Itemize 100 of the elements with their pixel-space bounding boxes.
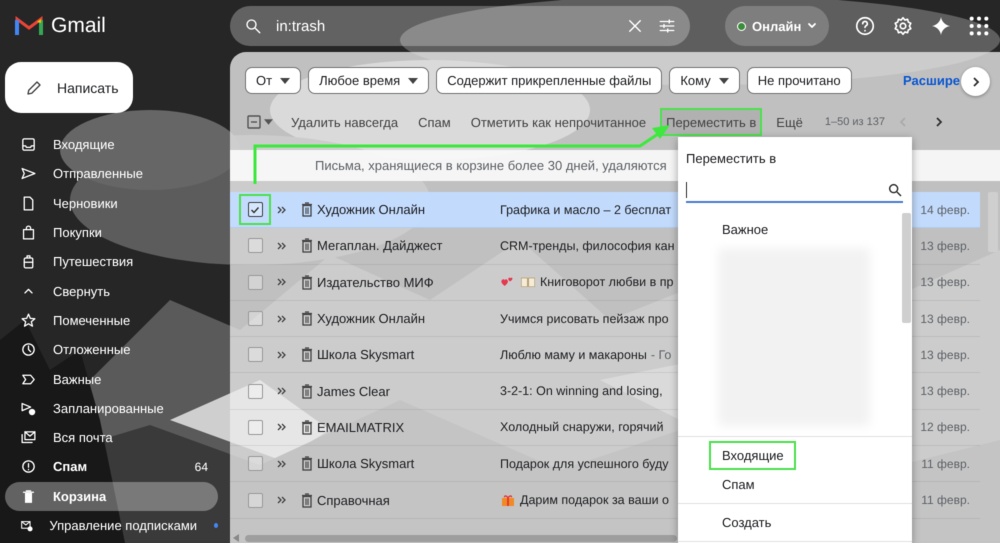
trash-icon	[301, 420, 313, 435]
double-chevron-icon[interactable]	[277, 458, 287, 469]
double-chevron-icon[interactable]	[277, 277, 287, 288]
compose-button[interactable]: Написать	[5, 62, 133, 113]
date-text: 13 февр.	[920, 275, 970, 290]
sidebar-item[interactable]: Отложенные	[5, 335, 218, 364]
date-text: 13 февр.	[920, 238, 970, 253]
double-chevron-icon[interactable]	[277, 204, 287, 215]
scroll-right-button[interactable]	[961, 67, 990, 96]
sender-name: James Clear	[317, 384, 391, 399]
sidebar-item[interactable]: Покупки	[5, 218, 218, 248]
double-chevron-icon[interactable]	[277, 422, 287, 432]
notice-text: Письма, хранящиеся в корзине более 30 дней, удаляются	[315, 158, 667, 173]
date-text: 13 февр.	[920, 348, 970, 362]
date-text: 13 февр.	[920, 384, 970, 398]
menu-item[interactable]: Входящие	[709, 441, 796, 470]
clock-icon	[20, 341, 37, 358]
checkbox[interactable]	[248, 311, 262, 326]
toolbar-button[interactable]: Переместить в	[660, 108, 762, 136]
sidebar-item[interactable]: Корзина	[5, 482, 218, 511]
sidebar-item[interactable]: Путешествия	[5, 247, 218, 276]
double-chevron-icon[interactable]	[277, 350, 287, 360]
checkbox[interactable]	[248, 202, 262, 218]
checkbox[interactable]	[248, 347, 262, 362]
filter-chip[interactable]: Содержит прикрепленные файлы	[436, 67, 662, 94]
toolbar-button[interactable]: Удалить навсегда	[285, 108, 404, 136]
trash-icon	[301, 274, 313, 290]
date-text: 12 февр.	[920, 420, 970, 434]
filter-chip[interactable]: Любое время	[308, 67, 430, 94]
sidebar-item[interactable]: Черновики	[5, 188, 218, 218]
sender-name: Школа Skysmart	[317, 456, 416, 472]
caret-icon	[807, 21, 818, 31]
trash-icon	[20, 488, 37, 505]
search-field[interactable]: in:trash	[230, 6, 690, 46]
sidebar-item[interactable]: Запланированные	[5, 394, 218, 423]
filter-chip[interactable]: Кому	[669, 67, 740, 94]
toolbar-button[interactable]: Отметить как непрочитанное	[464, 108, 652, 136]
pagination-text: 1–50 из 137	[824, 116, 886, 128]
subject-text: CRM-тренды, философия кан	[500, 238, 674, 253]
pencil-icon	[25, 78, 43, 96]
sidebar-item[interactable]: Помеченные	[5, 306, 218, 336]
toolbar-button[interactable]: Спам	[412, 108, 457, 136]
menu-item[interactable]: Создать	[709, 508, 796, 537]
warning-icon	[20, 458, 37, 476]
scrollbar-thumb[interactable]	[902, 213, 911, 323]
sender-name: Мегаплан. Дайджест	[317, 238, 444, 254]
unread-count: 64	[194, 460, 209, 474]
date-text: 13 февр.	[920, 312, 970, 326]
close-icon[interactable]	[626, 17, 644, 35]
apps-grid-icon[interactable]	[968, 15, 990, 37]
filter-sliders-icon[interactable]	[658, 17, 676, 35]
menu-item[interactable]: Важное	[709, 215, 796, 244]
sidebar-item[interactable]: Управление подписками	[5, 510, 218, 540]
menu-item[interactable]: Спам	[709, 470, 796, 499]
checkbox[interactable]	[248, 384, 262, 399]
inbox-icon	[20, 136, 37, 154]
subject-text: Подарок для успешного буду	[500, 456, 669, 471]
advanced-search-link[interactable]: Расшире	[903, 73, 960, 88]
sparkle-icon[interactable]	[930, 15, 952, 37]
star-icon	[20, 312, 37, 329]
trash-icon	[301, 347, 313, 362]
sidebar-item[interactable]: Спам 64	[5, 452, 218, 482]
checkbox[interactable]	[248, 492, 262, 508]
sender-name: Справочная	[317, 492, 391, 508]
sidebar-item[interactable]: Важные	[5, 364, 218, 394]
filter-chip[interactable]: От	[245, 67, 302, 94]
settings-icon[interactable]	[892, 15, 914, 37]
subject-text: Графика и масло – 2 бесплат	[500, 202, 672, 217]
app-name: Gmail	[51, 14, 106, 38]
menu-title: Переместить в	[685, 150, 778, 168]
checkbox[interactable]	[248, 420, 262, 435]
double-chevron-icon[interactable]	[277, 240, 287, 251]
filter-chip[interactable]: Не прочитано	[746, 67, 852, 94]
scrollbar-thumb[interactable]	[245, 534, 677, 542]
sidebar-item[interactable]: Отправленные	[5, 159, 218, 189]
caret-down-icon[interactable]	[264, 119, 273, 125]
checkbox[interactable]	[248, 274, 262, 290]
double-chevron-icon[interactable]	[277, 314, 287, 324]
toolbar-button[interactable]: Ещё	[770, 108, 809, 136]
sender-name: Художник Онлайн	[317, 311, 426, 326]
select-all-checkbox-icon[interactable]	[247, 115, 261, 129]
subject-text: Холодный снаружи, горячий	[500, 420, 664, 434]
double-chevron-icon[interactable]	[277, 386, 287, 396]
checkbox[interactable]	[248, 456, 262, 472]
sidebar-item[interactable]: Свернуть	[5, 276, 218, 306]
sender-name: EMAILMATRIX	[317, 420, 406, 435]
sidebar-item[interactable]: Вся почта	[5, 422, 218, 452]
sidebar-item[interactable]: Входящие	[5, 130, 218, 160]
search-icon	[244, 17, 262, 35]
date-text: 11 февр.	[921, 456, 970, 471]
subject-text: 3-2-1: On winning and losing,	[500, 384, 663, 398]
help-icon[interactable]	[854, 15, 876, 37]
trash-icon	[301, 202, 313, 218]
double-chevron-icon[interactable]	[277, 495, 287, 506]
label-search-field[interactable]	[686, 179, 903, 203]
checkbox[interactable]	[248, 238, 262, 254]
sender-name: Школа Skysmart	[317, 347, 416, 362]
status-button[interactable]: Онлайн	[725, 6, 830, 46]
gmail-logo-icon	[15, 15, 43, 37]
snippet-text: - Го	[650, 348, 672, 362]
